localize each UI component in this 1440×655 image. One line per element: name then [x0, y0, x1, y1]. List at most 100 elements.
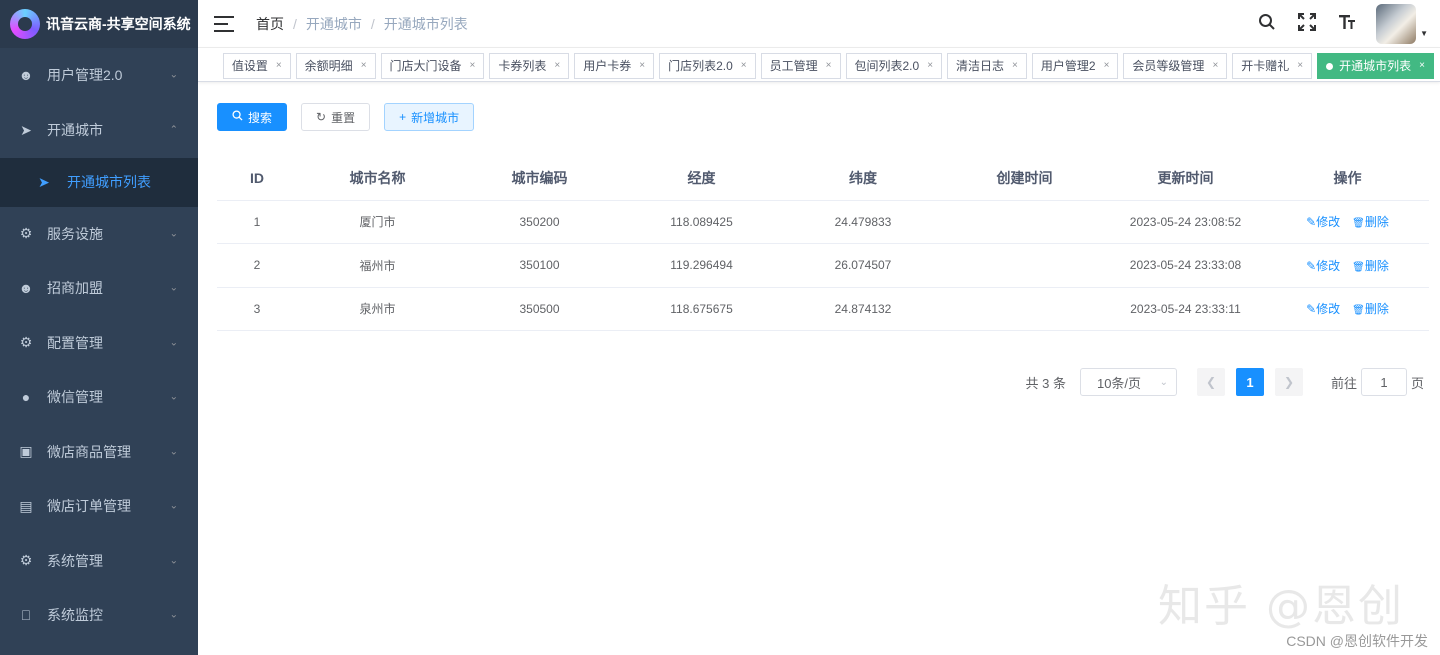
edit-icon: ✎	[1306, 215, 1317, 230]
edit-button[interactable]: ✎修改	[1306, 302, 1340, 316]
goto-page-input[interactable]	[1360, 368, 1407, 396]
close-icon[interactable]: ×	[1419, 54, 1425, 78]
close-icon[interactable]: ×	[1012, 54, 1018, 78]
sidebar-item-open-city[interactable]: ➤ 开通城市 ⌃	[0, 103, 198, 158]
close-icon[interactable]: ×	[927, 54, 933, 78]
shop-icon: ▣	[19, 443, 33, 460]
close-icon[interactable]: ×	[826, 54, 832, 78]
reset-button[interactable]: ↻ 重置	[301, 103, 371, 131]
breadcrumb: 首页 / 开通城市 / 开通城市列表	[256, 14, 468, 34]
close-icon[interactable]: ×	[554, 54, 560, 78]
close-icon[interactable]: ×	[470, 54, 476, 78]
edit-button[interactable]: ✎修改	[1306, 259, 1340, 273]
cell-code: 350100	[458, 243, 621, 288]
content: 搜索 ↻ 重置 + 新增城市 ID 城市名称 城市编码 经度 纬度 创建时间 更…	[217, 103, 1429, 331]
chevron-down-icon: ⌄	[169, 446, 178, 458]
close-icon[interactable]: ×	[276, 54, 282, 78]
gear-icon: ⚙	[19, 552, 33, 569]
tab-tag-label: 门店列表2.0	[668, 59, 733, 73]
next-page-button[interactable]: ❯	[1274, 368, 1303, 396]
tab-tag[interactable]: 门店列表2.0 ×	[659, 53, 756, 79]
tab-tag[interactable]: 员工管理 ×	[760, 53, 841, 79]
tab-tag[interactable]: 用户管理2 ×	[1031, 53, 1119, 79]
page-number-current[interactable]: 1	[1235, 368, 1264, 396]
tab-tag[interactable]: 开通城市列表 ×	[1317, 53, 1434, 79]
delete-button[interactable]: 🗑删除	[1352, 259, 1389, 273]
delete-button[interactable]: 🗑删除	[1352, 215, 1389, 229]
tab-tag[interactable]: 门店大门设备 ×	[380, 53, 485, 79]
logo-icon	[10, 9, 40, 39]
gear-icon: ⚙	[19, 334, 33, 351]
sidebar-item-system[interactable]: ⚙ 系统管理 ⌄	[0, 534, 198, 589]
column-header-code: 城市编码	[458, 156, 621, 201]
delete-button[interactable]: 🗑删除	[1352, 302, 1389, 316]
close-icon[interactable]: ×	[741, 54, 747, 78]
sidebar-item-label: 开通城市	[47, 122, 103, 138]
tab-tag[interactable]: 值设置 ×	[222, 53, 291, 79]
add-city-button[interactable]: + 新增城市	[384, 103, 475, 131]
tags-view: 值设置 × 余额明细 × 门店大门设备 × 卡券列表 × 用户卡券 × 门店列表2.0 × 员工管理 × 包…	[198, 48, 1440, 82]
reset-button-label: 重置	[331, 110, 356, 125]
cell-created	[944, 287, 1105, 331]
active-dot-icon	[1326, 62, 1334, 70]
avatar[interactable]	[1376, 4, 1417, 44]
hamburger-icon[interactable]	[214, 15, 234, 32]
caret-down-icon[interactable]: ▼	[1420, 29, 1428, 38]
goto-prefix: 前往	[1330, 375, 1357, 391]
column-header-updated: 更新时间	[1105, 156, 1266, 201]
sidebar-item-label: 系统管理	[47, 552, 103, 569]
sidebar-item-shop-products[interactable]: ▣ 微店商品管理 ⌄	[0, 425, 198, 480]
wechat-icon: ●	[21, 389, 31, 406]
tab-tag[interactable]: 包间列表2.0 ×	[845, 53, 943, 79]
tab-tag[interactable]: 用户卡券 ×	[574, 53, 655, 79]
breadcrumb-level1: 开通城市	[305, 15, 362, 32]
edit-icon: ✎	[1306, 258, 1317, 273]
sidebar-item-service-facilities[interactable]: ⚙ 服务设施 ⌄	[0, 207, 198, 262]
table-row: 3 泉州市 350500 118.675675 24.874132 2023-05-24 …	[217, 287, 1429, 331]
edit-button-label: 修改	[1316, 258, 1341, 273]
breadcrumb-home[interactable]: 首页	[256, 14, 284, 34]
font-size-icon[interactable]	[1336, 13, 1358, 36]
chevron-down-icon: ⌄	[169, 555, 178, 567]
table-header-row: ID 城市名称 城市编码 经度 纬度 创建时间 更新时间 操作	[217, 156, 1429, 201]
edit-button-label: 修改	[1316, 302, 1341, 317]
close-icon[interactable]: ×	[361, 54, 367, 78]
tab-tag[interactable]: 开卡赠礼 ×	[1232, 53, 1313, 79]
chevron-left-icon: ❮	[1205, 375, 1216, 389]
search-icon[interactable]	[1256, 13, 1278, 36]
cell-name: 厦门市	[297, 200, 458, 244]
page-size-select[interactable]: 10条/页 ⌄	[1079, 368, 1177, 396]
sidebar-item-franchise[interactable]: ☻ 招商加盟 ⌄	[0, 261, 198, 316]
chevron-down-icon: ⌄	[169, 609, 178, 621]
sidebar-item-user-management[interactable]: ☻ 用户管理2.0 ⌄	[0, 48, 198, 103]
tab-tag[interactable]: 清洁日志 ×	[947, 53, 1027, 79]
prev-page-button[interactable]: ❮	[1196, 368, 1225, 396]
sidebar-item-monitor[interactable]: ⎕ 系统监控 ⌄	[0, 588, 198, 643]
close-icon[interactable]: ×	[1297, 54, 1303, 78]
chevron-down-icon: ⌄	[169, 228, 178, 240]
chevron-down-icon: ⌄	[169, 500, 178, 512]
logo[interactable]: 讯音云商-共享空间系统	[0, 0, 198, 48]
tab-tag[interactable]: 余额明细 ×	[295, 53, 376, 79]
tab-tag[interactable]: 会员等级管理 ×	[1123, 53, 1228, 79]
tab-tag-label: 清洁日志	[956, 59, 1005, 73]
sidebar-item-config[interactable]: ⚙ 配置管理 ⌄	[0, 316, 198, 371]
breadcrumb-level2: 开通城市列表	[383, 15, 468, 32]
delete-button-label: 删除	[1364, 258, 1389, 273]
cell-lng: 118.089425	[621, 200, 782, 244]
tab-tag-label: 用户卡券	[583, 59, 632, 73]
tab-tag-label: 开卡赠礼	[1241, 59, 1290, 73]
tab-tag-label: 余额明细	[304, 59, 353, 73]
edit-button[interactable]: ✎修改	[1306, 215, 1340, 229]
sidebar-item-shop-orders[interactable]: ▤ 微店订单管理 ⌄	[0, 479, 198, 534]
search-button[interactable]: 搜索	[217, 103, 288, 131]
sidebar-item-wechat[interactable]: ● 微信管理 ⌄	[0, 370, 198, 425]
tab-tag-label: 门店大门设备	[389, 59, 462, 73]
close-icon[interactable]: ×	[639, 54, 645, 78]
sidebar-subitem-city-list[interactable]: ➤ 开通城市列表	[0, 157, 198, 207]
tab-tag-label: 开通城市列表	[1339, 59, 1412, 73]
tab-tag[interactable]: 卡券列表 ×	[489, 53, 570, 79]
close-icon[interactable]: ×	[1212, 54, 1218, 78]
fullscreen-icon[interactable]	[1296, 12, 1318, 36]
close-icon[interactable]: ×	[1104, 54, 1110, 78]
